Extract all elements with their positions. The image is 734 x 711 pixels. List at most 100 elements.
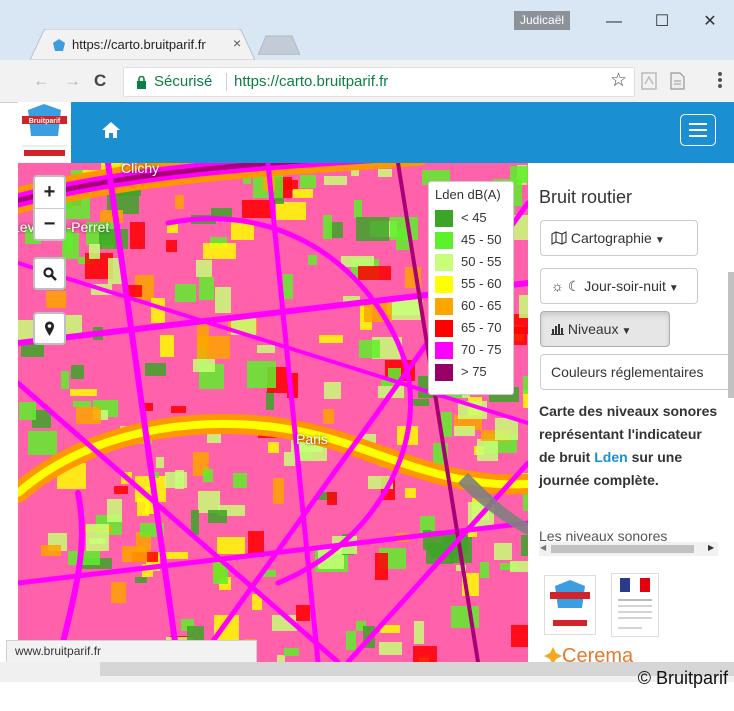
legend-swatch	[435, 232, 453, 249]
niveaux-label: Niveaux	[567, 321, 619, 337]
side-panel: Bruit routier Cartographie ▼ ☼ ☾ Jour-soi…	[528, 163, 734, 662]
period-label: Jour-soir-nuit	[584, 278, 666, 294]
locate-button[interactable]	[33, 312, 66, 345]
map-description: Carte des niveaux sonores représentant l…	[539, 400, 719, 492]
partner-logo-cerema[interactable]: Cerema	[544, 645, 633, 662]
home-icon[interactable]	[101, 120, 121, 145]
url-text[interactable]: https://carto.bruitparif.fr	[234, 73, 388, 90]
forward-button[interactable]: →	[64, 71, 81, 91]
tab-close-button[interactable]: ×	[233, 35, 241, 51]
niveaux-dropdown[interactable]: Niveaux ▼	[540, 311, 670, 347]
legend-row: 45 - 50	[435, 232, 513, 252]
caret-down-icon: ▼	[654, 235, 665, 246]
browser-window: https://carto.bruitparif.fr × Judicaël —…	[0, 0, 734, 662]
status-bar-url: www.bruitparif.fr	[6, 640, 257, 662]
moon-icon: ☾	[567, 278, 581, 294]
address-bar[interactable]: Sécurisé https://carto.bruitparif.fr	[123, 67, 635, 97]
panel-title: Bruit routier	[539, 187, 633, 207]
site-header: Bruitparif	[18, 102, 734, 163]
cartographie-label: Cartographie	[570, 230, 652, 246]
user-profile-badge[interactable]: Judicaël	[514, 11, 571, 30]
search-icon	[43, 267, 57, 286]
sun-icon: ☼	[551, 278, 564, 294]
legend-label: 55 - 60	[461, 276, 502, 291]
browser-toolbar: ← → C Sécurisé https://carto.bruitparif.…	[0, 60, 734, 103]
cartographie-dropdown[interactable]: Cartographie ▼	[540, 220, 698, 256]
legend-swatch	[435, 364, 453, 381]
partner-logo-bruitparif[interactable]	[544, 575, 596, 635]
pdf-extension-icon[interactable]	[641, 72, 657, 95]
map-legend: Lden dB(A) < 45 45 - 50 50 - 55 55 - 60	[428, 181, 514, 395]
panel-horizontal-scrollbar[interactable]: ◀ ▶	[539, 542, 718, 556]
legend-label: 60 - 65	[461, 298, 502, 313]
map-icon	[551, 231, 567, 245]
bar-chart-icon	[551, 324, 564, 335]
address-divider	[226, 73, 227, 91]
scrollbar-thumb[interactable]	[728, 272, 734, 398]
browser-tab[interactable]: https://carto.bruitparif.fr ×	[30, 29, 255, 60]
hamburger-menu-button[interactable]	[680, 114, 716, 146]
page-vertical-scrollbar[interactable]	[728, 272, 734, 582]
bookmark-star-icon[interactable]: ☆	[610, 69, 627, 92]
couleurs-button[interactable]: Couleurs réglementaires	[540, 354, 734, 390]
legend-row: > 75	[435, 364, 513, 384]
legend-title: Lden dB(A)	[435, 187, 501, 202]
reader-extension-icon[interactable]	[670, 72, 685, 95]
zoom-in-button[interactable]: +	[35, 178, 64, 207]
back-button[interactable]: ←	[33, 71, 50, 91]
legend-swatch	[435, 276, 453, 293]
scroll-left-arrow-icon[interactable]: ◀	[540, 543, 546, 552]
scrollbar-thumb[interactable]	[551, 545, 694, 553]
legend-row: 55 - 60	[435, 276, 513, 296]
bruitparif-logo[interactable]: Bruitparif	[18, 102, 71, 163]
browser-menu-icon[interactable]	[717, 71, 723, 94]
legend-label: < 45	[461, 210, 487, 225]
copyright-notice: © Bruitparif	[637, 668, 728, 688]
webpage: Bruitparif Clichy Paris + − Lden dB(A) <…	[18, 102, 734, 662]
legend-row: 60 - 65	[435, 298, 513, 318]
place-label-clichy: Clichy	[121, 163, 160, 176]
legend-swatch	[435, 342, 453, 359]
noise-map[interactable]: Clichy Levallois-Perret Paris + −	[18, 163, 528, 662]
image-bottom-margin	[0, 662, 734, 706]
reload-button[interactable]: C	[94, 71, 106, 91]
legend-label: 65 - 70	[461, 320, 502, 335]
period-dropdown[interactable]: ☼ ☾ Jour-soir-nuit ▼	[540, 268, 698, 304]
legend-label: 70 - 75	[461, 342, 502, 357]
cerema-icon	[544, 647, 562, 662]
new-tab-button[interactable]	[257, 35, 301, 56]
maximize-button[interactable]: ☐	[640, 8, 684, 36]
partner-logo-prefecture[interactable]	[611, 573, 659, 637]
zoom-control: + −	[33, 175, 66, 241]
map-marker-icon	[44, 321, 55, 342]
search-button[interactable]	[33, 257, 66, 290]
secure-label: Sécurisé	[154, 73, 213, 90]
minimize-button[interactable]: —	[592, 8, 636, 36]
legend-swatch	[435, 320, 453, 337]
legend-row: 65 - 70	[435, 320, 513, 340]
legend-row: 70 - 75	[435, 342, 513, 362]
lden-link[interactable]: Lden	[594, 449, 627, 465]
site-favicon-icon	[52, 38, 66, 52]
legend-label: 50 - 55	[461, 254, 502, 269]
legend-row: < 45	[435, 210, 513, 230]
place-label-paris: Paris	[296, 431, 328, 447]
description-text: Carte des niveaux sonores représentant l…	[539, 403, 718, 465]
svg-text:Bruitparif: Bruitparif	[29, 118, 61, 125]
legend-swatch	[435, 210, 453, 227]
lock-icon	[136, 75, 147, 94]
legend-label: > 75	[461, 364, 487, 379]
legend-row: 50 - 55	[435, 254, 513, 274]
close-window-button[interactable]: ✕	[688, 8, 732, 36]
caret-down-icon: ▼	[668, 283, 679, 294]
caret-down-icon: ▼	[621, 326, 632, 337]
cerema-label: Cerema	[562, 645, 634, 662]
shadow-decoration	[0, 662, 734, 682]
zoom-divider	[35, 208, 64, 209]
tab-strip: https://carto.bruitparif.fr × Judicaël —…	[0, 0, 734, 60]
couleurs-label: Couleurs réglementaires	[551, 364, 704, 380]
scroll-right-arrow-icon[interactable]: ▶	[708, 543, 714, 552]
legend-swatch	[435, 254, 453, 271]
zoom-out-button[interactable]: −	[35, 210, 64, 239]
tab-title: https://carto.bruitparif.fr	[72, 37, 206, 52]
